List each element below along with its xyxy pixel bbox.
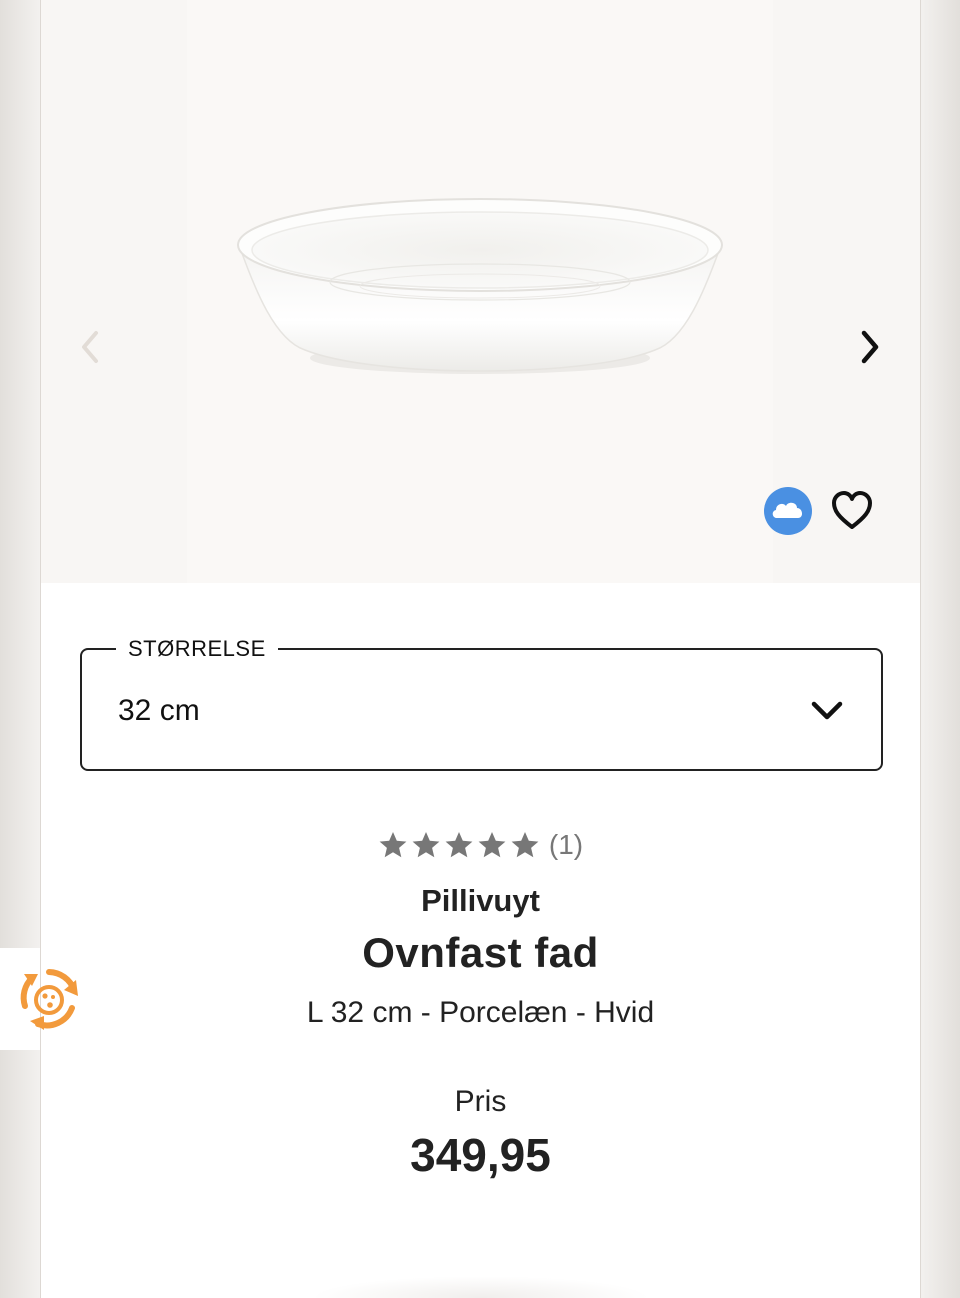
previous-image-button[interactable]: [68, 325, 112, 369]
chevron-right-icon: [861, 330, 879, 364]
right-page-margin: [920, 0, 960, 1298]
left-page-margin: [0, 0, 40, 1298]
rating-stars: [378, 830, 543, 860]
star-icon: [478, 832, 506, 858]
chevron-down-icon: [811, 701, 843, 720]
star-icon: [412, 832, 440, 858]
price-value: 349,95: [410, 1129, 551, 1181]
price-label: Pris: [454, 1085, 507, 1118]
size-select[interactable]: STØRRELSE 32 cm: [80, 636, 883, 771]
star-icon: [379, 832, 407, 858]
recycle-icon: [20, 969, 78, 1030]
product-image-gallery: [41, 0, 920, 583]
product-subtitle: L 32 cm - Porcelæn - Hvid: [306, 996, 655, 1029]
bottom-button-edge: [311, 1276, 651, 1298]
floating-widget[interactable]: [0, 948, 78, 1050]
heart-icon: [832, 491, 872, 529]
review-count: (1): [548, 829, 584, 860]
size-select-value: 32 cm: [118, 694, 200, 727]
product-rating[interactable]: (1): [41, 829, 920, 861]
cloud-icon[interactable]: [763, 486, 813, 536]
product-brand[interactable]: Pillivuyt: [41, 883, 920, 919]
product-image: [237, 198, 723, 374]
product-title: Ovnfast fad: [362, 929, 599, 976]
star-icon: [511, 832, 539, 858]
size-select-label: STØRRELSE: [116, 636, 278, 662]
favorite-button[interactable]: [829, 489, 875, 533]
star-icon: [445, 832, 473, 858]
chevron-left-icon: [82, 331, 98, 363]
next-image-button[interactable]: [848, 325, 892, 369]
product-page: STØRRELSE 32 cm (1) Pillivuyt Ovnfast fa…: [40, 0, 921, 1298]
